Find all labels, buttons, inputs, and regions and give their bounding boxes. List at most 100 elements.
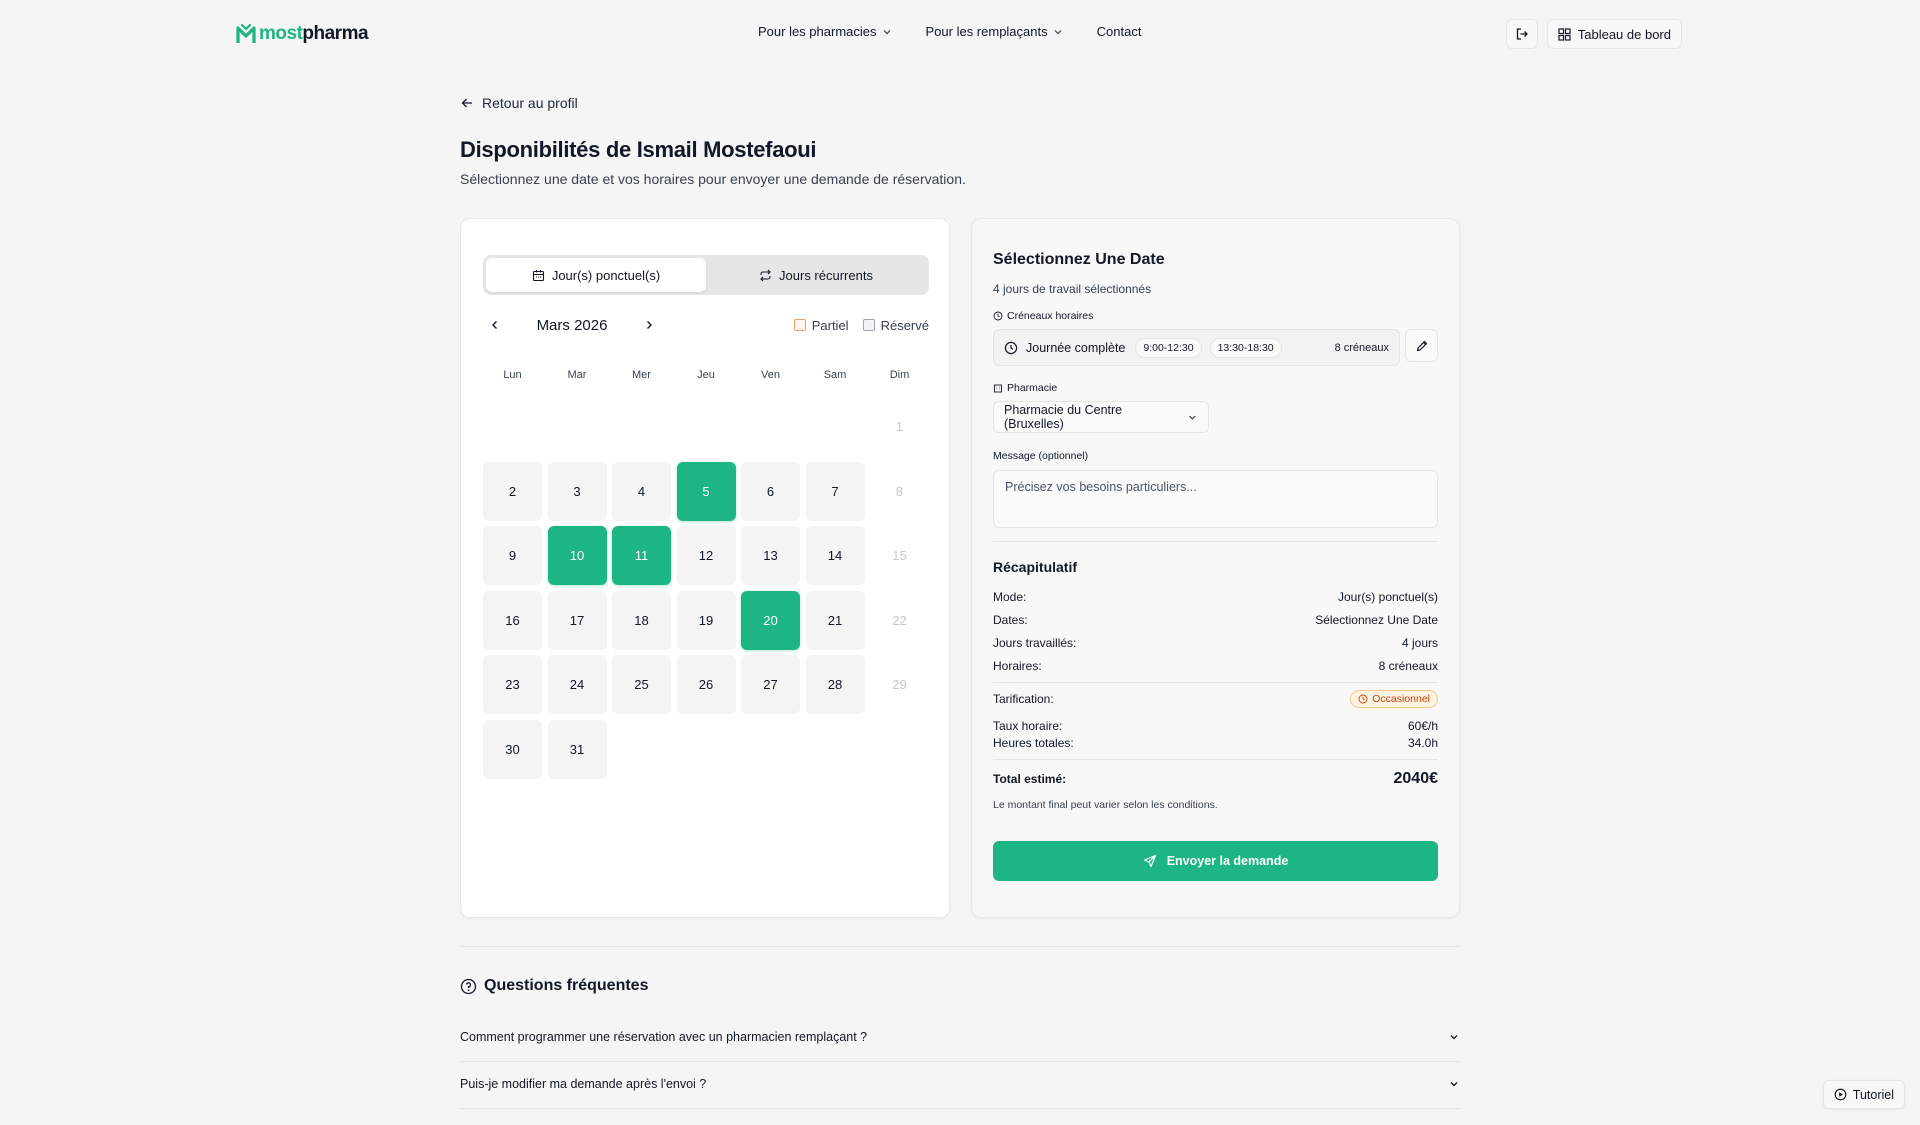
message-label: Message (optionnel) <box>993 450 1088 462</box>
back-to-profile-link[interactable]: Retour au profil <box>460 95 578 111</box>
mode-recurring-label: Jours récurrents <box>779 267 873 283</box>
send-request-button[interactable]: Envoyer la demande <box>993 841 1438 881</box>
calendar-day[interactable]: 9 <box>483 526 542 585</box>
calendar-day[interactable]: 26 <box>676 655 736 714</box>
calendar-day[interactable]: 7 <box>805 461 865 521</box>
calendar-day-selected[interactable]: 5 <box>676 461 736 521</box>
calendar-day[interactable]: 2 <box>483 461 542 521</box>
calendar-day[interactable]: 3 <box>547 461 607 521</box>
main-nav: Pour les pharmacies Pour les remplaçants… <box>758 24 1141 39</box>
chevron-down-icon <box>1450 1082 1458 1087</box>
recap-row-hours: Horaires: 8 créneaux <box>993 659 1438 673</box>
calendar-day[interactable]: 24 <box>547 655 607 714</box>
clock-icon <box>1004 341 1018 354</box>
divider <box>993 682 1438 683</box>
next-month-button[interactable] <box>637 313 661 337</box>
calendar-empty-cell <box>677 397 736 456</box>
calendar-day[interactable]: 27 <box>741 655 800 714</box>
calendar-day[interactable]: 30 <box>483 719 542 779</box>
nav-contact[interactable]: Contact <box>1097 24 1142 39</box>
calendar-day[interactable]: 23 <box>483 655 542 714</box>
calendar-empty-cell <box>548 397 607 456</box>
mode-one-off-tab[interactable]: Jour(s) ponctuel(s) <box>486 258 706 292</box>
calendar-day[interactable]: 16 <box>483 590 542 650</box>
repeat-icon <box>760 269 771 281</box>
calendar-day-selected[interactable]: 10 <box>547 526 607 585</box>
recap-label: Dates: <box>993 613 1028 627</box>
edit-slots-button[interactable] <box>1405 329 1438 362</box>
recap-label: Horaires: <box>993 659 1042 673</box>
calendar-grid: 1 2 3 4 5 6 7 8 9 10 11 12 13 14 15 16 17 18 19 20 21 22 23 24 2… <box>483 397 929 779</box>
pharmacy-select[interactable]: Pharmacie du Centre (Bruxelles) <box>993 401 1209 433</box>
calendar-day[interactable]: 17 <box>547 590 607 650</box>
back-label: Retour au profil <box>482 95 578 111</box>
recap-row-hourly-rate: Taux horaire: 60€/h <box>993 719 1438 733</box>
calendar-day[interactable]: 18 <box>612 590 671 650</box>
total-row: Total estimé: 2040€ <box>993 770 1438 788</box>
header-actions: Tableau de bord <box>1505 19 1682 49</box>
recap-value: Sélectionnez Une Date <box>1315 613 1438 627</box>
nav-pharmacies-label: Pour les pharmacies <box>758 24 877 39</box>
legend-partial: Partiel <box>793 318 849 333</box>
send-icon <box>1143 854 1156 868</box>
calendar-day[interactable]: 4 <box>612 461 671 521</box>
slots-label: Créneaux horaires <box>993 310 1093 322</box>
weekday-label: Mer <box>632 369 651 381</box>
faq-divider <box>460 1061 1460 1062</box>
price-note: Le montant final peut varier selon les c… <box>993 799 1218 811</box>
weekday-label: Sam <box>823 369 847 381</box>
recap-value: Jour(s) ponctuel(s) <box>1337 590 1438 604</box>
page-subtitle: Sélectionnez une date et vos horaires po… <box>460 171 966 187</box>
calendar-day-disabled: 15 <box>892 548 907 563</box>
pencil-icon <box>1416 340 1427 351</box>
nav-remplacants[interactable]: Pour les remplaçants <box>926 24 1063 39</box>
recap-label: Mode: <box>993 590 1027 604</box>
calendar-day[interactable]: 14 <box>805 526 865 585</box>
calendar-icon <box>532 269 544 281</box>
calendar-day-selected[interactable]: 11 <box>612 526 671 585</box>
reserved-swatch <box>862 319 875 331</box>
recap-value: 4 jours <box>1401 636 1438 650</box>
weekday-header: Lun Mar Mer Jeu Ven Sam Dim <box>483 369 929 381</box>
calendar-day[interactable]: 6 <box>741 461 800 521</box>
pricing-label: Tarification: <box>993 692 1054 706</box>
faq-question[interactable]: Comment programmer une réservation avec … <box>460 1030 1460 1044</box>
faq-question[interactable]: Puis-je modifier ma demande après l'envo… <box>460 1077 1460 1091</box>
play-circle-icon <box>1834 1088 1847 1101</box>
logo-text-most: most <box>259 23 303 44</box>
logo[interactable]: most pharma <box>236 20 369 48</box>
calendar-day[interactable]: 19 <box>676 590 736 650</box>
nav-pharmacies[interactable]: Pour les pharmacies <box>758 24 892 39</box>
calendar-day-disabled: 29 <box>892 677 907 692</box>
top-header: most pharma Pour les pharmacies Pour les … <box>0 0 1920 68</box>
dashboard-label: Tableau de bord <box>1577 26 1671 42</box>
legend-reserved-label: Réservé <box>880 317 929 333</box>
logout-button[interactable] <box>1505 19 1538 49</box>
mode-recurring-tab[interactable]: Jours récurrents <box>706 258 926 292</box>
slot-pill: 9:00-12:30 <box>1135 337 1202 358</box>
time-slots-field[interactable]: Journée complète 9:00-12:30 13:30-18:30 … <box>993 329 1400 366</box>
calendar-day[interactable]: 13 <box>741 526 800 585</box>
chevron-down-icon <box>1189 415 1197 420</box>
dashboard-button[interactable]: Tableau de bord <box>1546 19 1682 49</box>
calendar-day[interactable]: 21 <box>805 590 865 650</box>
message-textarea[interactable]: Précisez vos besoins particuliers... <box>993 470 1438 528</box>
calendar-day[interactable]: 12 <box>676 526 736 585</box>
clock-icon <box>993 311 1003 321</box>
slots-count: 8 créneaux <box>1334 341 1389 354</box>
calendar-day[interactable]: 28 <box>805 655 865 714</box>
grid-icon <box>1558 27 1571 41</box>
divider <box>993 541 1438 542</box>
weekday-label: Jeu <box>697 369 715 381</box>
calendar-day-selected[interactable]: 20 <box>741 590 800 650</box>
previous-month-button[interactable] <box>483 313 507 337</box>
tutorial-button[interactable]: Tutoriel <box>1822 1080 1905 1109</box>
recap-row-mode: Mode: Jour(s) ponctuel(s) <box>993 590 1438 604</box>
calendar-day[interactable]: 31 <box>547 719 607 779</box>
nav-remplacants-label: Pour les remplaçants <box>925 24 1048 39</box>
chevron-down-icon <box>883 29 890 34</box>
form-title: Sélectionnez Une Date <box>993 251 1165 268</box>
chevron-left-icon <box>492 321 497 329</box>
calendar-day[interactable]: 25 <box>612 655 671 714</box>
divider <box>993 759 1438 760</box>
